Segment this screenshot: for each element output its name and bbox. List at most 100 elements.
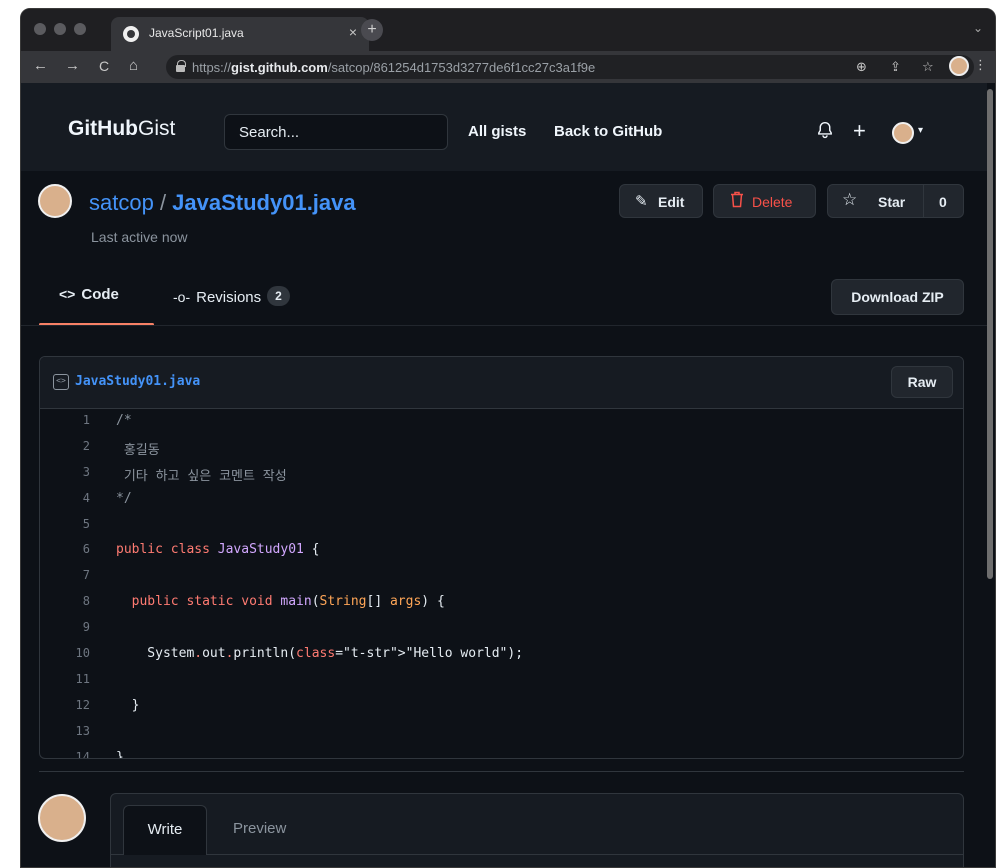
- search-placeholder: Search...: [239, 124, 300, 141]
- gist-header: GitHubGist Search... All gists Back to G…: [21, 83, 987, 171]
- tab-code[interactable]: <> Code: [59, 286, 119, 303]
- trash-icon: [730, 191, 744, 212]
- user-avatar[interactable]: [892, 122, 914, 144]
- home-icon[interactable]: ⌂: [129, 57, 138, 74]
- owner-avatar[interactable]: [38, 184, 72, 218]
- code-text: 기타 하고 싶은 코멘트 작성: [116, 468, 287, 484]
- address-bar[interactable]: https://gist.github.com/satcop/861254d17…: [166, 55, 974, 79]
- line-number[interactable]: 5: [40, 517, 90, 531]
- gist-title: satcop / JavaStudy01.java: [89, 190, 356, 216]
- window-minimize-dot[interactable]: [54, 23, 66, 35]
- line-number[interactable]: 14: [40, 750, 90, 758]
- code-line: 12 }: [40, 694, 963, 720]
- code-text: 홍길동: [116, 442, 160, 458]
- code-line: 7: [40, 564, 963, 590]
- code-square-icon: <>: [53, 374, 69, 390]
- line-number[interactable]: 3: [40, 465, 90, 479]
- code-line: 14}: [40, 746, 963, 759]
- line-number[interactable]: 10: [40, 646, 90, 660]
- all-gists-link[interactable]: All gists: [468, 123, 526, 140]
- browser-tab[interactable]: JavaScript01.java ×: [111, 17, 369, 51]
- code-line: 1 /*: [40, 409, 963, 435]
- line-number[interactable]: 9: [40, 620, 90, 634]
- browser-menu-icon[interactable]: ⋮: [974, 57, 987, 73]
- comment-tabs-divider: [111, 854, 963, 855]
- share-icon[interactable]: ⇪: [890, 59, 901, 75]
- scrollbar-thumb[interactable]: [987, 89, 993, 579]
- edit-button[interactable]: ✎ Edit: [619, 184, 703, 218]
- download-zip-button[interactable]: Download ZIP: [831, 279, 964, 315]
- code-line: 11: [40, 668, 963, 694]
- raw-button[interactable]: Raw: [891, 366, 953, 398]
- revisions-count-badge: 2: [267, 286, 290, 306]
- star-divider: [923, 185, 924, 217]
- line-number[interactable]: 7: [40, 568, 90, 582]
- comments-divider: [39, 771, 964, 772]
- window-close-dot[interactable]: [34, 23, 46, 35]
- browser-toolbar: ← → C ⌂ https://gist.github.com/satcop/8…: [21, 51, 995, 83]
- commenter-avatar[interactable]: [38, 794, 86, 842]
- write-tab[interactable]: Write: [123, 805, 207, 855]
- preview-tab[interactable]: Preview: [233, 820, 286, 837]
- zoom-icon[interactable]: ⊕: [856, 59, 867, 75]
- gist-file-link[interactable]: JavaStudy01.java: [172, 190, 355, 215]
- code-line: 13: [40, 720, 963, 746]
- window-zoom-dot[interactable]: [74, 23, 86, 35]
- comment-form: Write Preview: [110, 793, 964, 867]
- browser-window: JavaScript01.java × + ⌄ ← → C ⌂ https://…: [20, 8, 996, 868]
- code-text: }: [116, 749, 124, 759]
- tabs-divider: [21, 325, 987, 326]
- code-text: public static void main(String[] args) {: [131, 594, 445, 610]
- delete-button[interactable]: Delete: [713, 184, 816, 218]
- bell-icon[interactable]: [816, 121, 834, 144]
- last-active-text: Last active now: [91, 229, 188, 245]
- owner-link[interactable]: satcop: [89, 190, 154, 215]
- bookmark-star-icon[interactable]: ☆: [922, 59, 934, 75]
- code-icon: <>: [59, 286, 76, 302]
- line-number[interactable]: 6: [40, 542, 90, 556]
- star-icon: ☆: [842, 190, 858, 209]
- star-count[interactable]: 0: [939, 194, 947, 210]
- file-header: <> JavaStudy01.java Raw: [40, 357, 963, 409]
- line-number[interactable]: 4: [40, 491, 90, 505]
- forward-arrow-icon[interactable]: →: [65, 57, 80, 74]
- tab-strip: JavaScript01.java × + ⌄: [21, 9, 995, 51]
- line-number[interactable]: 12: [40, 698, 90, 712]
- code-text: */: [116, 490, 132, 506]
- search-input[interactable]: Search...: [224, 114, 448, 150]
- github-favicon-icon: [123, 26, 139, 42]
- pencil-icon: ✎: [635, 193, 648, 210]
- reload-icon[interactable]: C: [99, 58, 109, 74]
- code-line: 5: [40, 513, 963, 539]
- line-number[interactable]: 2: [40, 439, 90, 453]
- code-line: 8 public static void main(String[] args)…: [40, 590, 963, 616]
- code-text: /*: [116, 413, 132, 428]
- file-name-link[interactable]: JavaStudy01.java: [75, 374, 200, 389]
- plus-icon[interactable]: +: [853, 118, 866, 144]
- chevron-down-icon[interactable]: ▾: [918, 125, 923, 136]
- code-line: 9: [40, 616, 963, 642]
- code-line: 4 */: [40, 487, 963, 513]
- code-line: 2 홍길동: [40, 435, 963, 461]
- line-number[interactable]: 8: [40, 594, 90, 608]
- delete-label: Delete: [752, 194, 793, 210]
- code-text: public class JavaStudy01 {: [116, 542, 320, 558]
- tab-revisions[interactable]: -o- Revisions 2: [173, 286, 290, 306]
- back-arrow-icon[interactable]: ←: [33, 57, 48, 74]
- title-separator: /: [153, 190, 173, 215]
- profile-avatar[interactable]: [949, 56, 969, 76]
- code-text: }: [116, 697, 140, 713]
- tab-search-chevron-icon[interactable]: ⌄: [973, 21, 983, 35]
- line-number[interactable]: 13: [40, 724, 90, 738]
- file-box: <> JavaStudy01.java Raw 1 /* 2 홍길동 3 기타 하…: [39, 356, 964, 759]
- page-scrollbar[interactable]: [985, 83, 995, 867]
- line-number[interactable]: 11: [40, 672, 90, 686]
- back-to-github-link[interactable]: Back to GitHub: [554, 123, 662, 140]
- address-url[interactable]: https://gist.github.com/satcop/861254d17…: [192, 60, 595, 75]
- new-tab-button[interactable]: +: [361, 19, 383, 41]
- star-button[interactable]: ☆ Star 0: [827, 184, 964, 218]
- github-gist-logo[interactable]: GitHubGist: [68, 117, 175, 141]
- lock-icon[interactable]: [176, 60, 186, 72]
- tab-close-icon[interactable]: ×: [349, 24, 357, 40]
- line-number[interactable]: 1: [40, 413, 90, 427]
